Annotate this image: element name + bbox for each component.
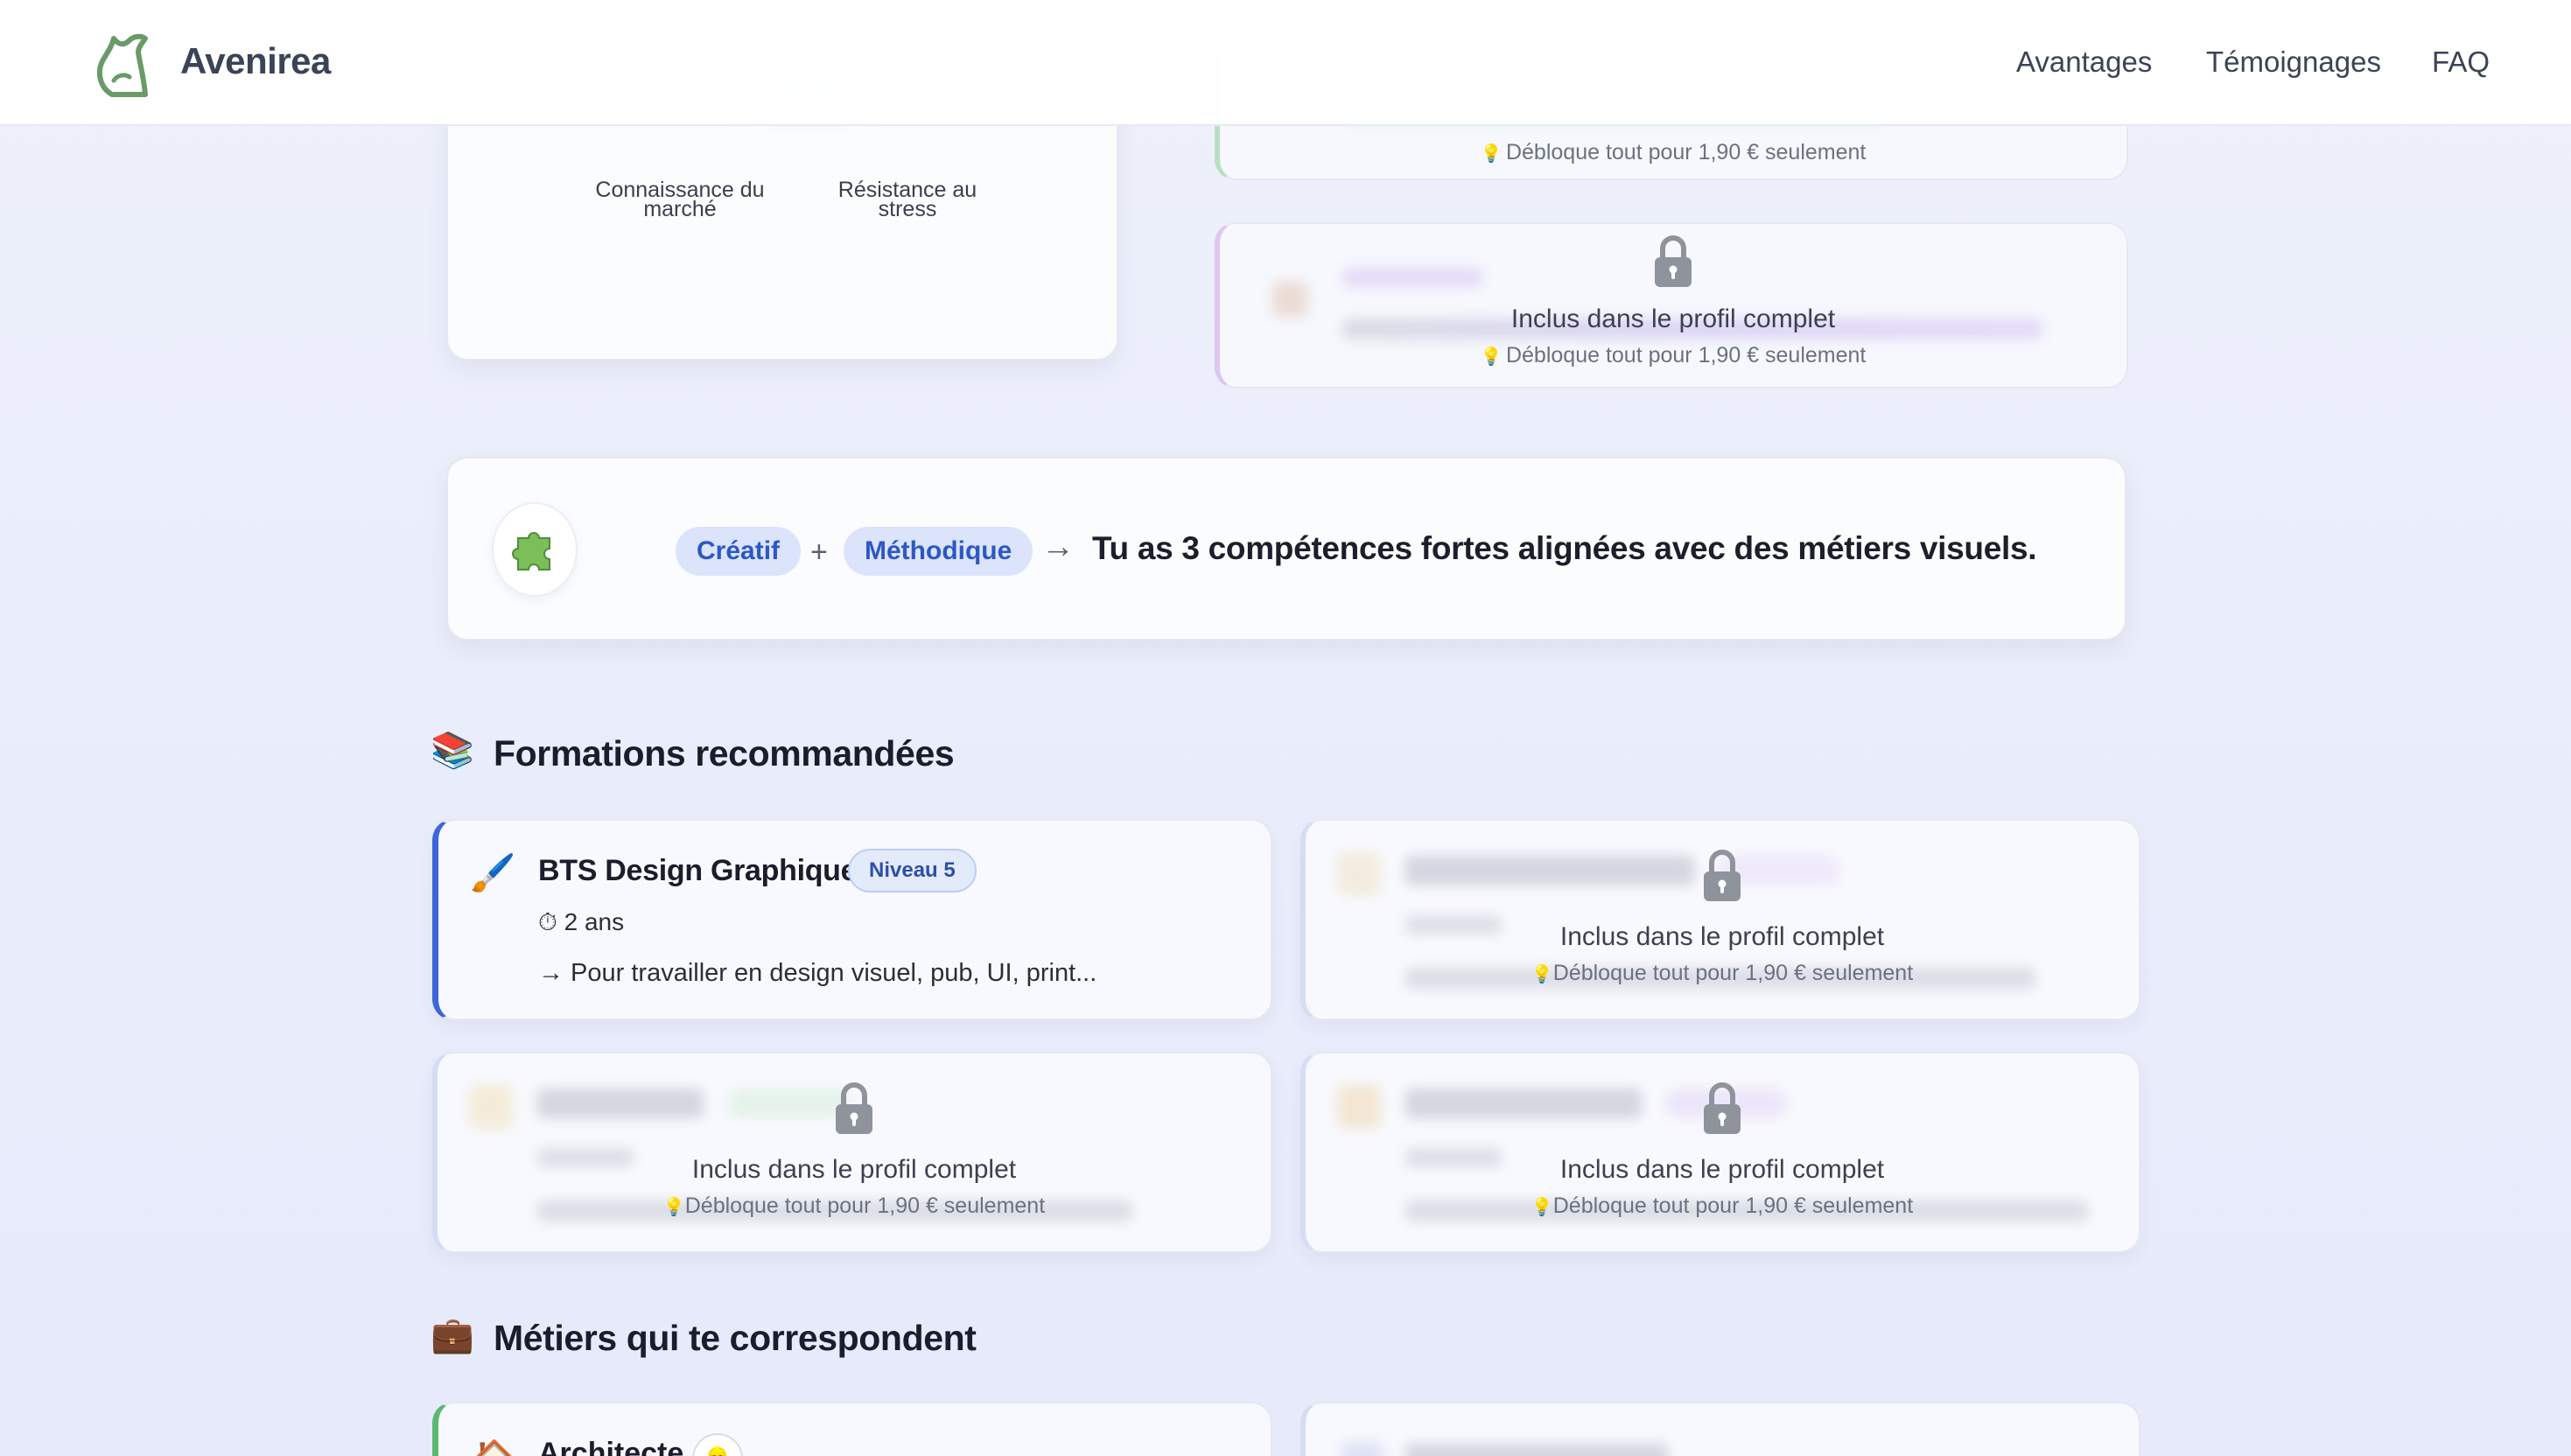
formation-title: BTS Design Graphique [538, 854, 858, 887]
nav-link-avantages[interactable]: Avantages [2016, 46, 2152, 79]
top-navbar: Avenirea Avantages Témoignages FAQ [0, 0, 2571, 126]
formation-card-bts[interactable]: 🖌️ BTS Design Graphique Niveau 5 ⏱ 2 ans… [432, 819, 1272, 1020]
locked-title: Inclus dans le profil complet [1559, 1155, 1885, 1184]
bulb-icon: 💡 [1531, 965, 1553, 984]
metier-card-locked[interactable] [1300, 1402, 2140, 1456]
formation-duration: ⏱ 2 ans [538, 908, 625, 935]
radar-label-market: Connaissance du marché [595, 178, 765, 221]
lock-overlay [1306, 1080, 2139, 1140]
lock-icon [832, 1080, 876, 1136]
nav-link-faq[interactable]: FAQ [2432, 46, 2490, 79]
locked-subtitle: Débloque tout pour 1,90 € seulement [1552, 961, 1914, 985]
paintbrush-icon: 🖌️ [470, 852, 516, 893]
locked-title-row: Inclus dans le profil complet [1220, 304, 2126, 334]
blurred-title [1405, 1444, 1668, 1456]
house-icon: 🏠 [473, 1438, 515, 1456]
skills-insight-card: Créatif + Méthodique → Tu as 3 compétenc… [446, 457, 2126, 640]
briefcase-icon: 💼 [431, 1316, 474, 1354]
locked-card-potentiel[interactable]: Inclus dans le profil complet 💡 Débloque… [1215, 222, 2128, 388]
locked-title: Inclus dans le profil complet [1510, 304, 1836, 333]
lock-icon [1700, 847, 1744, 903]
locked-subtitle-row: 💡Débloque tout pour 1,90 € seulement [1306, 961, 2139, 986]
radar-label-stress: Résistance au stress [837, 178, 977, 221]
locked-subtitle-row: 💡 Débloque tout pour 1,90 € seulement [1220, 140, 2126, 165]
locked-subtitle: Débloque tout pour 1,90 € seulement [1505, 140, 1867, 164]
locked-title-row: Inclus dans le profil complet [1306, 1155, 2139, 1185]
lock-icon [1700, 1080, 1744, 1136]
bulb-icon: 💡 [1480, 144, 1503, 164]
brand-name[interactable]: Avenirea [180, 40, 331, 82]
formation-card-locked[interactable]: Inclus dans le profil complet 💡Débloque … [1300, 819, 2140, 1020]
formation-description: → Pour travailler en design visuel, pub,… [538, 959, 1097, 987]
locked-title-row: Inclus dans le profil complet [1306, 922, 2139, 952]
locked-subtitle-row: 💡Débloque tout pour 1,90 € seulement [438, 1194, 1271, 1219]
locked-subtitle: Débloque tout pour 1,90 € seulement [684, 1194, 1046, 1218]
insight-text: Tu as 3 compétences fortes alignées avec… [1092, 530, 2037, 566]
locked-subtitle: Débloque tout pour 1,90 € seulement [1552, 1194, 1914, 1218]
puzzle-icon [492, 502, 578, 597]
locked-subtitle-row: 💡 Débloque tout pour 1,90 € seulement [1220, 343, 2126, 368]
locked-title-row: Inclus dans le profil complet [438, 1155, 1271, 1185]
locked-subtitle: Débloque tout pour 1,90 € seulement [1505, 343, 1867, 368]
plus-sign: + [810, 536, 828, 569]
section-heading-formations: Formations recommandées [494, 733, 955, 774]
section-heading-metiers: Métiers qui te correspondent [494, 1318, 977, 1358]
skill-tag-methodique: Méthodique [844, 527, 1033, 576]
lock-icon [1651, 233, 1695, 289]
skill-tag-creatif: Créatif [676, 527, 802, 576]
logo-icon[interactable] [95, 26, 156, 100]
lock-overlay [1220, 233, 2126, 293]
bulb-icon: 💡 [1480, 347, 1503, 367]
formation-card-locked[interactable]: Inclus dans le profil complet 💡Débloque … [432, 1052, 1272, 1253]
worker-badge-icon: 👷 [692, 1433, 743, 1456]
bulb-icon: 💡 [662, 1198, 685, 1217]
locked-title: Inclus dans le profil complet [1559, 922, 1885, 951]
level-badge: Niveau 5 [848, 849, 977, 892]
bulb-icon: 💡 [1531, 1198, 1553, 1217]
blurred-icon [1341, 1442, 1384, 1456]
arrow-right-icon: → [1041, 528, 1075, 565]
lock-overlay [1306, 847, 2139, 907]
metier-card-architecte[interactable]: 🏠 Architecte 👷 [432, 1402, 1272, 1456]
formation-card-locked[interactable]: Inclus dans le profil complet 💡Débloque … [1300, 1052, 2140, 1253]
lock-overlay [438, 1080, 1271, 1140]
locked-subtitle-row: 💡Débloque tout pour 1,90 € seulement [1306, 1194, 2139, 1219]
locked-title: Inclus dans le profil complet [691, 1155, 1017, 1184]
metier-title: Architecte [538, 1437, 684, 1456]
books-icon: 📚 [431, 732, 474, 770]
nav-link-temoignages[interactable]: Témoignages [2206, 46, 2381, 79]
